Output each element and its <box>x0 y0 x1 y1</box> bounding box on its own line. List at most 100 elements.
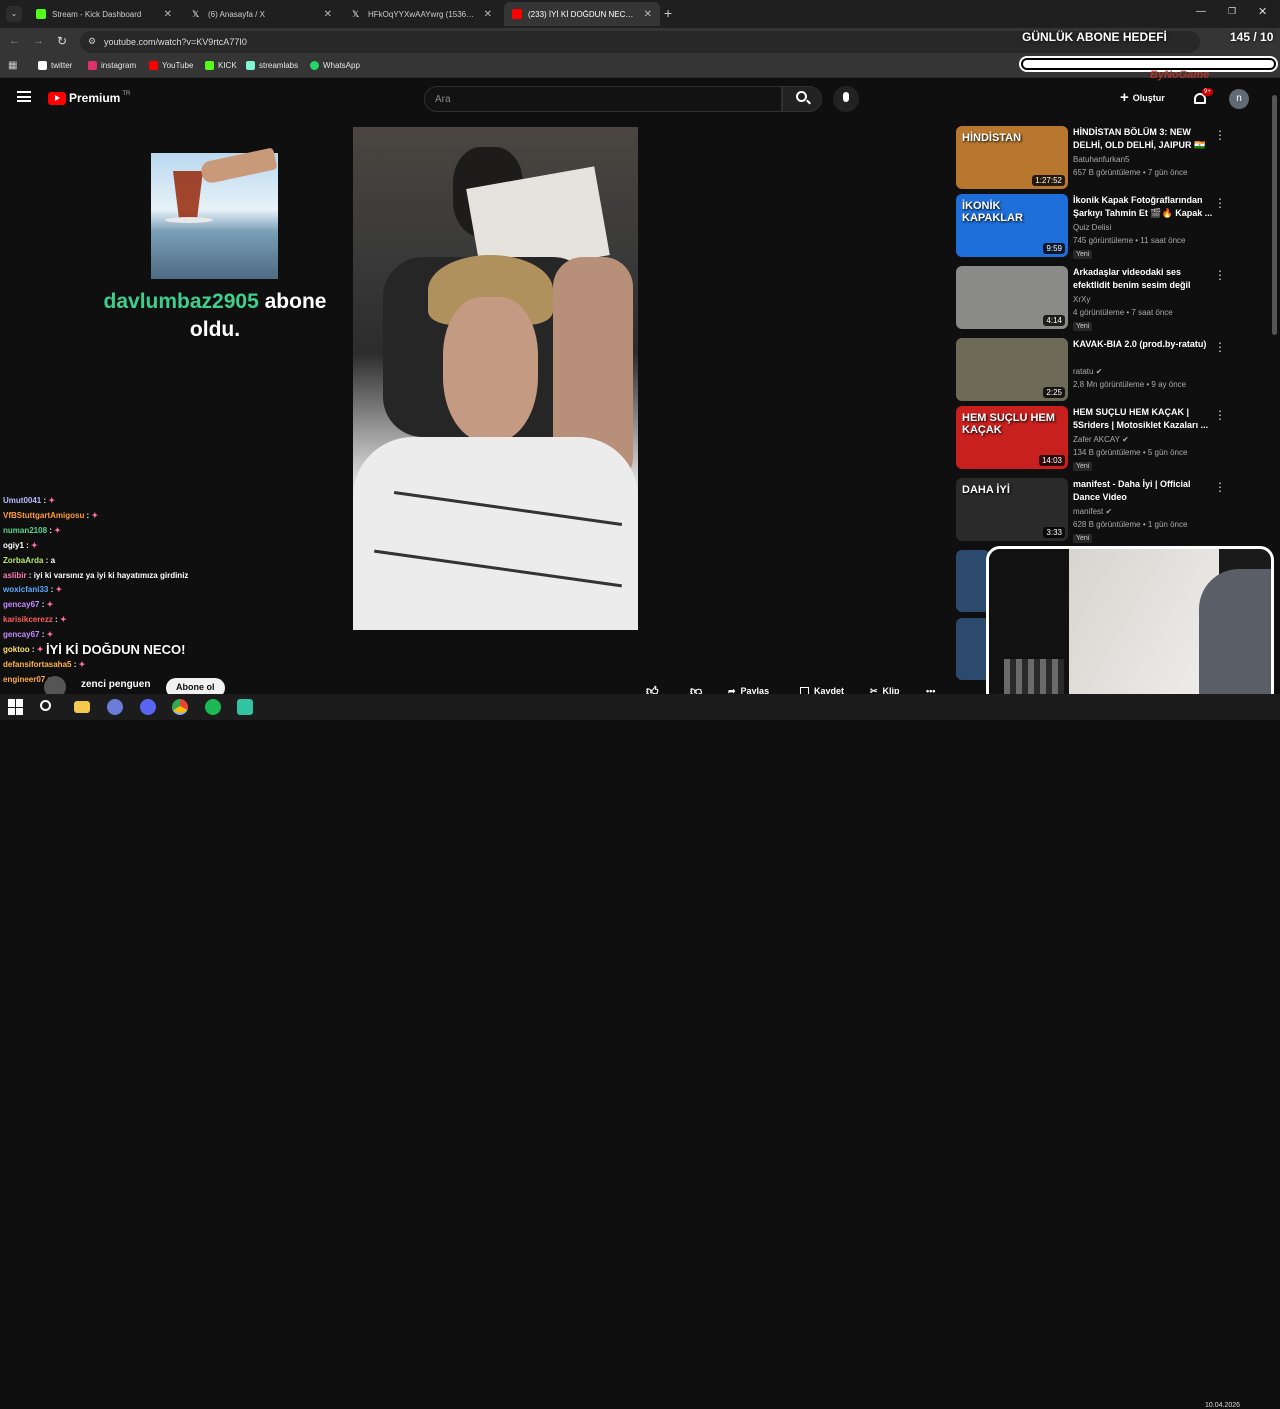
file-explorer-icon[interactable] <box>74 701 90 713</box>
window-minimize-button[interactable]: — <box>1196 6 1206 17</box>
tab-x-home[interactable]: 𝕏 (6) Anasayfa / X ✕ <box>184 2 340 26</box>
app-icon[interactable] <box>107 699 123 715</box>
party-emote-icon: ✦ <box>55 585 63 595</box>
recommended-video[interactable]: 4:14 Arkadaşlar videodaki ses efektlidit … <box>956 266 1228 331</box>
recommended-video[interactable]: DAHA İYİ 3:33 manifest - Daha İyi | Offici… <box>956 478 1228 543</box>
chat-separator: : <box>39 600 47 610</box>
more-vert-icon[interactable]: ⋮ <box>1214 128 1226 142</box>
new-badge: Yeni <box>1073 462 1093 471</box>
new-badge: Yeni <box>1073 250 1093 259</box>
close-icon[interactable]: ✕ <box>644 9 652 20</box>
video-metadata: 134 B görüntüleme • 5 gün önce <box>1073 448 1188 457</box>
chat-message: VfBStuttgartAmigosu : ✦ <box>3 511 98 520</box>
more-vert-icon[interactable]: ⋮ <box>1214 340 1226 354</box>
windows-start-icon[interactable] <box>8 699 24 715</box>
video-player[interactable] <box>353 127 638 630</box>
tab-x-image[interactable]: 𝕏 HFkOqYYXwAAYwrg (1536×2048)✕ <box>344 2 500 26</box>
plus-icon: + <box>1120 89 1129 106</box>
recommended-video[interactable]: HİNDİSTAN 1:27:52 HİNDİSTAN BÖLÜM 3: NEW D… <box>956 126 1228 190</box>
voice-search-button[interactable] <box>833 86 859 112</box>
bookmark-whatsapp[interactable]: WhatsApp <box>310 61 360 70</box>
more-vert-icon[interactable]: ⋮ <box>1214 408 1226 422</box>
channel-name[interactable]: ratatu ✔ <box>1073 367 1102 376</box>
window-maximize-button[interactable]: ❐ <box>1228 6 1236 17</box>
channel-name[interactable]: Zafer AKCAY ✔ <box>1073 435 1129 444</box>
video-title[interactable]: HİNDİSTAN BÖLÜM 3: NEW DELHİ, OLD DELHİ,… <box>1073 126 1213 152</box>
video-thumbnail[interactable]: 2:25 <box>956 338 1068 401</box>
video-title[interactable]: manifest - Daha İyi | Official Dance Vid… <box>1073 478 1213 504</box>
more-vert-icon[interactable]: ⋮ <box>1214 196 1226 210</box>
watermark-logo: ByNoGame <box>1150 69 1210 81</box>
spotify-icon[interactable] <box>205 699 221 715</box>
video-thumbnail[interactable]: İKONİK KAPAKLAR 9:59 <box>956 194 1068 257</box>
channel-name[interactable]: XrXy <box>1073 295 1090 304</box>
video-title[interactable]: İkonik Kapak Fotoğraflarından Şarkıyı Ta… <box>1073 194 1213 220</box>
more-vert-icon[interactable]: ⋮ <box>1214 268 1226 282</box>
video-thumbnail[interactable]: HİNDİSTAN 1:27:52 <box>956 126 1068 189</box>
create-button[interactable]: + Oluştur <box>1120 89 1165 106</box>
tab-youtube-video[interactable]: (233) İYİ Kİ DOĞDUN NECO! - YouTube✕ <box>504 2 660 26</box>
microphone-icon <box>843 92 849 102</box>
menu-icon[interactable] <box>17 91 31 102</box>
search-button[interactable] <box>782 86 822 112</box>
close-icon[interactable]: ✕ <box>164 9 172 20</box>
video-thumbnail[interactable]: DAHA İYİ 3:33 <box>956 478 1068 541</box>
chat-username: goktoo <box>3 645 30 654</box>
video-title[interactable]: KAVAK-BIA 2.0 (prod.by-ratatu) <box>1073 338 1213 351</box>
chat-separator: : <box>29 645 37 654</box>
instagram-icon <box>88 61 97 70</box>
close-icon[interactable]: ✕ <box>484 9 492 20</box>
chat-message: karisikcerezz : ✦ <box>3 615 67 624</box>
sidebar-scrollbar[interactable] <box>1272 95 1277 335</box>
avatar[interactable]: n <box>1229 89 1249 109</box>
chat-username: ogiy1 <box>3 540 24 550</box>
discord-icon[interactable] <box>140 699 156 715</box>
recommended-video[interactable]: HEM SUÇLU HEM KAÇAK 14:03 HEM SUÇLU HEM KA… <box>956 406 1228 471</box>
subscriber-goal-bar <box>1019 56 1278 72</box>
chat-username: defansifortasaha5 <box>3 659 72 669</box>
windows-taskbar: 10.04.2026 <box>0 694 1280 1409</box>
video-title[interactable]: HEM SUÇLU HEM KAÇAK | 5Sriders | Motosik… <box>1073 406 1213 432</box>
channel-name[interactable]: zenci penguen <box>81 679 150 690</box>
apps-grid-icon[interactable]: ▦ <box>8 60 17 71</box>
video-thumbnail[interactable] <box>956 618 990 680</box>
recommended-video[interactable]: İKONİK KAPAKLAR 9:59 İkonik Kapak Fotoğraf… <box>956 194 1228 259</box>
verified-icon: ✔ <box>1122 435 1129 444</box>
search-icon[interactable] <box>40 700 51 711</box>
video-title[interactable]: Arkadaşlar videodaki ses efektlidit beni… <box>1073 266 1213 292</box>
bookmark-youtube[interactable]: YouTube <box>149 61 193 70</box>
x-icon <box>38 61 47 70</box>
search-input[interactable]: Ara <box>424 86 782 112</box>
channel-name[interactable]: Quiz Delisi <box>1073 223 1111 232</box>
channel-name[interactable]: Batuhanfurkan5 <box>1073 155 1130 164</box>
recommended-video[interactable]: 2:25 KAVAK-BIA 2.0 (prod.by-ratatu) ratatu… <box>956 338 1228 402</box>
back-icon[interactable]: ← <box>9 35 20 47</box>
video-thumbnail[interactable] <box>956 550 990 612</box>
video-thumbnail[interactable]: 4:14 <box>956 266 1068 329</box>
site-info-icon[interactable]: ⚙ <box>88 36 96 47</box>
party-emote-icon: ✦ <box>31 540 38 550</box>
chrome-icon[interactable] <box>172 699 188 715</box>
bookmark-twitter[interactable]: twitter <box>38 61 72 70</box>
tab-search-button[interactable]: ⌄ <box>6 6 22 22</box>
new-badge: Yeni <box>1073 322 1093 331</box>
forward-icon[interactable]: → <box>33 35 44 47</box>
bookmark-instagram[interactable]: instagram <box>88 61 136 70</box>
reload-icon[interactable]: ↻ <box>57 34 67 48</box>
streamlabs-icon[interactable] <box>237 699 253 715</box>
thumbnail-text: İKONİK KAPAKLAR <box>962 200 1023 224</box>
video-thumbnail[interactable]: HEM SUÇLU HEM KAÇAK 14:03 <box>956 406 1068 469</box>
bookmark-streamlabs[interactable]: streamlabs <box>246 61 298 70</box>
bookmark-kick[interactable]: KICK <box>205 61 237 70</box>
party-emote-icon: ✦ <box>48 496 56 505</box>
notifications-button[interactable]: 9+ <box>1192 88 1213 108</box>
more-vert-icon[interactable]: ⋮ <box>1214 480 1226 494</box>
channel-name[interactable]: manifest ✔ <box>1073 507 1112 516</box>
chat-message: gencay67 : ✦ <box>3 630 53 639</box>
close-icon[interactable]: ✕ <box>324 9 332 20</box>
youtube-premium-logo[interactable]: Premium TR <box>48 91 130 105</box>
tab-kick-dashboard[interactable]: Stream - Kick Dashboard ✕ <box>28 2 180 26</box>
youtube-icon <box>512 9 522 19</box>
new-tab-button[interactable]: + <box>664 5 672 21</box>
window-close-button[interactable]: ✕ <box>1258 5 1267 18</box>
